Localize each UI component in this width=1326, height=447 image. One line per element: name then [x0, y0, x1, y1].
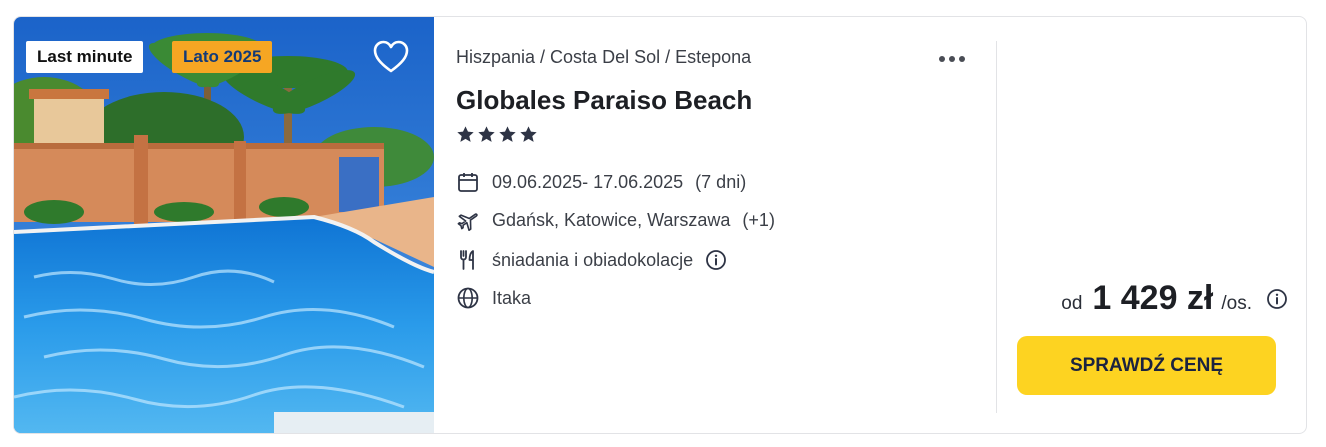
more-dots-icon[interactable]	[937, 49, 969, 69]
star-rating	[456, 125, 538, 147]
star-icon	[478, 126, 495, 142]
globe-icon	[456, 286, 480, 310]
info-circle-icon[interactable]	[705, 249, 727, 271]
heart-outline-icon[interactable]	[372, 39, 410, 75]
board-row: śniadania i obiadokolacje	[456, 247, 727, 273]
offer-card[interactable]: Last minute Lato 2025 Hiszpania / Costa …	[13, 16, 1307, 434]
price-amount: 1 429 zł	[1092, 279, 1214, 317]
hotel-pool-image	[14, 17, 434, 433]
column-divider	[996, 41, 997, 413]
price-block: od 1 429 zł /os.	[1061, 279, 1288, 318]
info-circle-icon[interactable]	[1266, 288, 1288, 310]
price-from-label: od	[1061, 293, 1083, 314]
season-badge: Lato 2025	[172, 41, 273, 73]
board-text: śniadania i obiadokolacje	[492, 249, 694, 270]
fork-knife-icon	[456, 248, 480, 272]
departures-row: Gdańsk, Katowice, Warszawa (+1)	[456, 207, 775, 233]
breadcrumb[interactable]: Hiszpania / Costa Del Sol / Estepona	[456, 47, 751, 68]
star-icon	[520, 126, 537, 142]
check-price-button[interactable]: SPRAWDŹ CENĘ	[1017, 336, 1276, 395]
price-per-person: /os.	[1221, 293, 1252, 314]
departures-more[interactable]: (+1)	[742, 210, 775, 231]
duration-text: (7 dni)	[695, 171, 747, 192]
hotel-name[interactable]: Globales Paraiso Beach	[456, 85, 752, 116]
departures-text: Gdańsk, Katowice, Warszawa	[492, 209, 731, 230]
dates-row: 09.06.2025- 17.06.2025 (7 dni)	[456, 169, 746, 195]
dates-text: 09.06.2025- 17.06.2025	[492, 171, 684, 192]
calendar-icon	[456, 170, 480, 194]
last-minute-badge: Last minute	[26, 41, 144, 73]
star-icon	[457, 126, 474, 142]
operator-text: Itaka	[492, 287, 532, 308]
star-icon	[499, 126, 516, 142]
hotel-photo[interactable]: Last minute Lato 2025	[14, 17, 434, 433]
plane-icon	[456, 208, 480, 232]
operator-row: Itaka	[456, 285, 531, 311]
